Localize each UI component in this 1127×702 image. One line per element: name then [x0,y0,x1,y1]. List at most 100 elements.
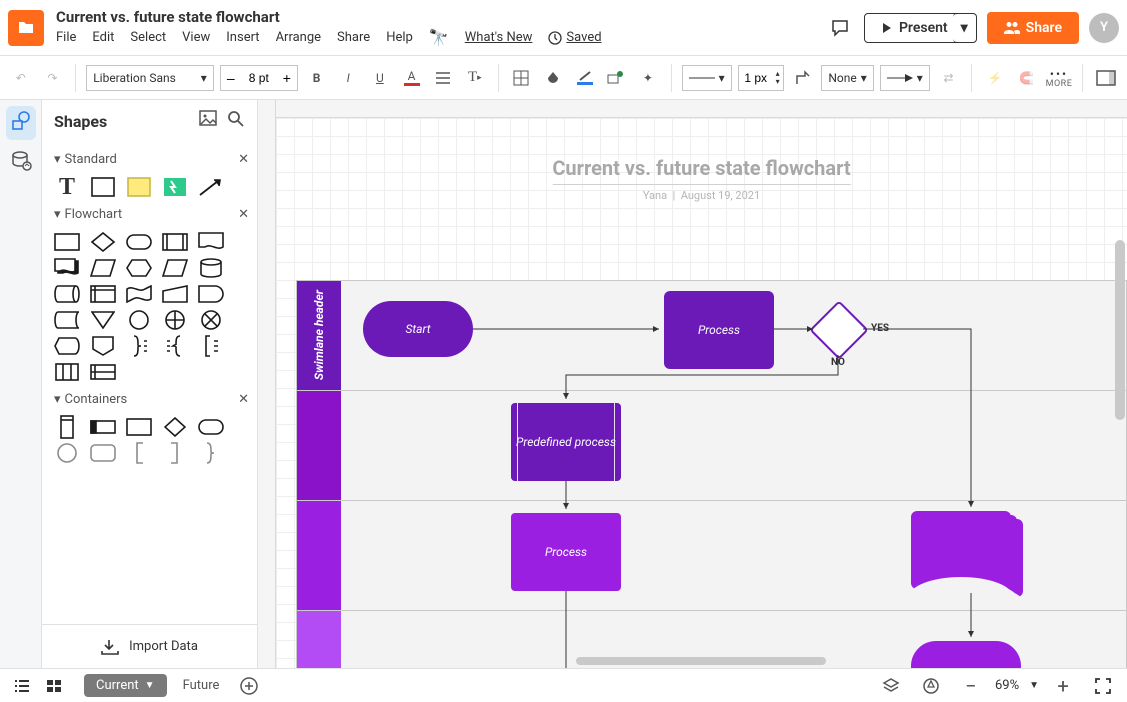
shape-terminator[interactable] [126,232,152,252]
saved-indicator[interactable]: Saved [548,30,601,45]
line-route-button[interactable] [790,64,816,92]
shape-document[interactable] [198,232,224,252]
text-options-button[interactable]: T▸ [462,64,488,92]
shape-pill-container[interactable] [198,417,224,437]
more-toolbar-button[interactable]: ••• MORE [1046,67,1073,89]
line-width-stepper[interactable]: ▴▾ [738,65,784,91]
close-icon[interactable]: ✕ [238,152,249,167]
shape-display[interactable] [54,336,80,356]
align-button[interactable] [430,64,456,92]
shape-manualinput[interactable] [162,284,188,304]
shape-sumjunction[interactable] [198,310,224,330]
shape-or[interactable] [162,310,188,330]
swimlane-0[interactable]: Swimlane header Start Process YES NO [297,281,1126,391]
shape-diamond-container[interactable] [162,417,188,437]
user-avatar[interactable]: Y [1089,13,1119,43]
fill-color-button[interactable] [540,64,566,92]
import-data-button[interactable]: Import Data [42,624,257,668]
menu-arrange[interactable]: Arrange [276,30,321,45]
node-process-2[interactable]: Process [511,513,621,591]
node-process-1[interactable]: Process [664,291,774,369]
shape-style-button[interactable] [603,64,629,92]
app-logo[interactable] [8,10,44,46]
shape-brace-right[interactable] [126,336,152,356]
shape-parallelogram[interactable] [162,258,188,278]
redo-button[interactable]: ↷ [40,64,66,92]
category-flowchart-header[interactable]: ▾ Flowchart ✕ [54,203,249,226]
magic-button[interactable]: ✦ [635,64,661,92]
chevron-down-icon[interactable]: ▼ [145,680,155,691]
menu-view[interactable]: View [182,30,210,45]
text-color-button[interactable]: A [399,64,425,92]
binoculars-icon[interactable]: 🔭 [429,28,449,47]
share-button[interactable]: Share [987,12,1079,44]
shape-storeddata[interactable] [54,310,80,330]
shape-brace-left[interactable] [162,336,188,356]
shape-table[interactable] [54,362,80,382]
line-width-input[interactable] [739,71,773,85]
close-icon[interactable]: ✕ [238,392,249,407]
line-color-button[interactable] [572,64,598,92]
line-style-select[interactable]: ▾ [682,65,732,91]
ruler-vertical[interactable] [258,100,276,668]
zoom-level[interactable]: 69% [995,678,1019,693]
shape-offpage[interactable] [90,336,116,356]
present-button[interactable]: Present [864,13,963,43]
shape-directdata[interactable] [54,284,80,304]
menu-help[interactable]: Help [386,30,413,45]
swimlane-2[interactable]: Process [297,501,1126,611]
ruler-horizontal[interactable] [276,100,1127,118]
shape-predefined[interactable] [162,232,188,252]
shape-library-panel[interactable]: ▾ Standard ✕ T ▾ Flowchart ✕ [42,142,257,624]
shape-database[interactable] [198,258,224,278]
shape-merge[interactable] [90,310,116,330]
menu-edit[interactable]: Edit [92,30,114,45]
whats-new-link[interactable]: What's New [465,30,533,45]
search-icon[interactable] [227,110,245,132]
shape-swimlane-v[interactable] [54,417,80,437]
shape-note-right[interactable] [198,336,224,356]
list-view-icon[interactable] [8,672,36,700]
menu-share[interactable]: Share [337,30,370,45]
data-rail-button[interactable] [6,146,36,180]
flash-icon[interactable]: ⚡ [982,64,1008,92]
underline-button[interactable]: U [367,64,393,92]
menu-insert[interactable]: Insert [226,30,259,45]
canvas-vertical-scrollbar-thumb[interactable] [1115,240,1125,420]
shape-arrow[interactable] [198,177,224,197]
image-icon[interactable] [199,110,217,132]
diagram-title-block[interactable]: Current vs. future state flowchart Yana … [552,156,850,202]
shape-rectangle-container[interactable] [126,417,152,437]
category-standard-header[interactable]: ▾ Standard ✕ [54,148,249,171]
shape-bracket-right[interactable] [162,443,188,463]
shape-swimlane-h2[interactable] [90,417,116,437]
node-start[interactable]: Start [363,301,473,357]
swimlane-pool[interactable]: Swimlane header Start Process YES NO [296,280,1127,668]
menu-select[interactable]: Select [130,30,166,45]
shape-decision[interactable] [90,232,116,252]
node-bottom[interactable] [911,641,1021,668]
shape-circle-container[interactable] [54,443,80,463]
shape-papertape[interactable] [126,284,152,304]
target-icon[interactable] [917,672,945,700]
zoom-dropdown[interactable]: ▼ [1029,680,1039,691]
zoom-out-button[interactable]: − [957,672,985,700]
shape-data[interactable] [90,258,116,278]
undo-button[interactable]: ↶ [8,64,34,92]
shape-connector[interactable] [126,310,152,330]
canvas-horizontal-scrollbar[interactable] [576,657,826,665]
shape-roundrect-container[interactable] [90,443,116,463]
magnet-icon[interactable]: 🧲 [1014,64,1040,92]
add-page-button[interactable] [235,672,263,700]
shape-action[interactable] [162,177,188,197]
fullscreen-icon[interactable] [1089,672,1117,700]
canvas-vertical-scrollbar-track[interactable] [1115,220,1125,648]
document-title[interactable]: Current vs. future state flowchart [56,8,602,26]
shape-bracket-left[interactable] [126,443,152,463]
canvas[interactable]: Current vs. future state flowchart Yana … [276,118,1127,668]
swap-arrows-button[interactable]: ⇄ [936,64,962,92]
font-size-input[interactable] [241,71,277,85]
close-icon[interactable]: ✕ [238,207,249,222]
shape-hexagon[interactable] [126,258,152,278]
swimlane-1[interactable]: Predefined process [297,391,1126,501]
